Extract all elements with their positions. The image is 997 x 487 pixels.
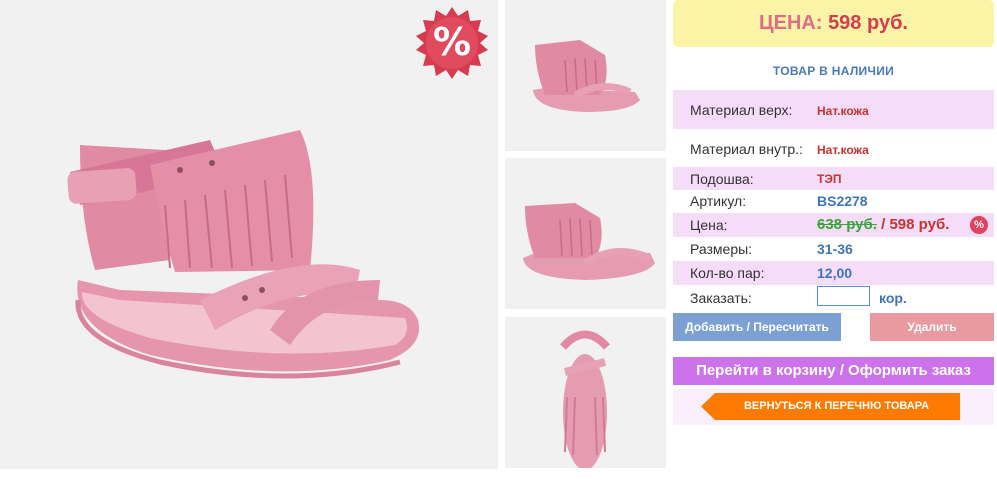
property-key: Заказать: — [690, 290, 752, 306]
property-row-article: Артикул: BS2278 — [673, 190, 994, 213]
thumbnail-sandal-front — [523, 203, 655, 280]
property-key: Материал верх: — [690, 102, 793, 118]
property-key: Артикул: — [690, 193, 747, 209]
price-banner: ЦЕНА: 598 руб. — [673, 0, 994, 47]
property-value: 31-36 — [817, 241, 853, 257]
price-value: 598 руб. — [828, 12, 908, 34]
property-value: Нат.кожа — [817, 143, 869, 157]
go-to-cart-button[interactable]: Перейти в корзину / Оформить заказ — [673, 357, 994, 385]
property-row-pairs: Кол-во пар: 12,00 — [673, 261, 994, 285]
property-key: Кол-во пар: — [690, 265, 765, 281]
thumbnail-sandal-top — [559, 330, 611, 468]
order-unit: кор. — [879, 290, 907, 306]
property-key: Материал внутр.: — [690, 141, 803, 157]
property-row-sole: Подошва: ТЭП — [673, 167, 994, 190]
price-separator: / — [876, 216, 890, 233]
property-row-upper-material: Материал верх: Нат.кожа — [673, 90, 994, 129]
property-value: 12,00 — [817, 265, 853, 281]
main-product-photo[interactable]: % — [0, 0, 498, 469]
discount-symbol: % — [432, 20, 472, 64]
property-row-price: Цена: 638 руб. / 598 руб. % — [673, 213, 994, 237]
property-row-inner-material: Материал внутр.: Нат.кожа — [673, 129, 994, 167]
discount-icon: % — [970, 216, 988, 234]
price-label: ЦЕНА: — [759, 12, 823, 34]
new-price: 598 руб. — [889, 216, 950, 233]
property-value: Нат.кожа — [817, 104, 869, 118]
stock-status: ТОВАР В НАЛИЧИИ — [772, 64, 895, 78]
old-price: 638 руб. — [817, 216, 877, 233]
add-recalculate-button[interactable]: Добавить / Пересчитать — [673, 313, 841, 341]
back-button-container: ВЕРНУТЬСЯ К ПЕРЕЧНЮ ТОВАРА — [673, 389, 994, 425]
thumbnail-2[interactable] — [505, 158, 666, 309]
property-row-sizes: Размеры: 31-36 — [673, 237, 994, 261]
property-key: Цена: — [690, 217, 728, 233]
back-to-list-button[interactable]: ВЕРНУТЬСЯ К ПЕРЕЧНЮ ТОВАРА — [701, 393, 960, 420]
delete-button[interactable]: Удалить — [870, 313, 994, 341]
thumbnail-sandal-side — [533, 40, 640, 112]
discount-badge: % — [416, 7, 488, 79]
property-value: ТЭП — [817, 172, 842, 186]
property-price: 638 руб. / 598 руб. — [817, 216, 949, 233]
order-quantity-input[interactable] — [817, 286, 870, 306]
property-row-order: Заказать: кор. — [673, 286, 994, 309]
property-value: BS2278 — [817, 193, 868, 209]
property-key: Подошва: — [690, 171, 754, 187]
thumbnail-3[interactable] — [505, 317, 666, 468]
property-key: Размеры: — [690, 241, 753, 257]
thumbnail-1[interactable] — [505, 0, 666, 151]
